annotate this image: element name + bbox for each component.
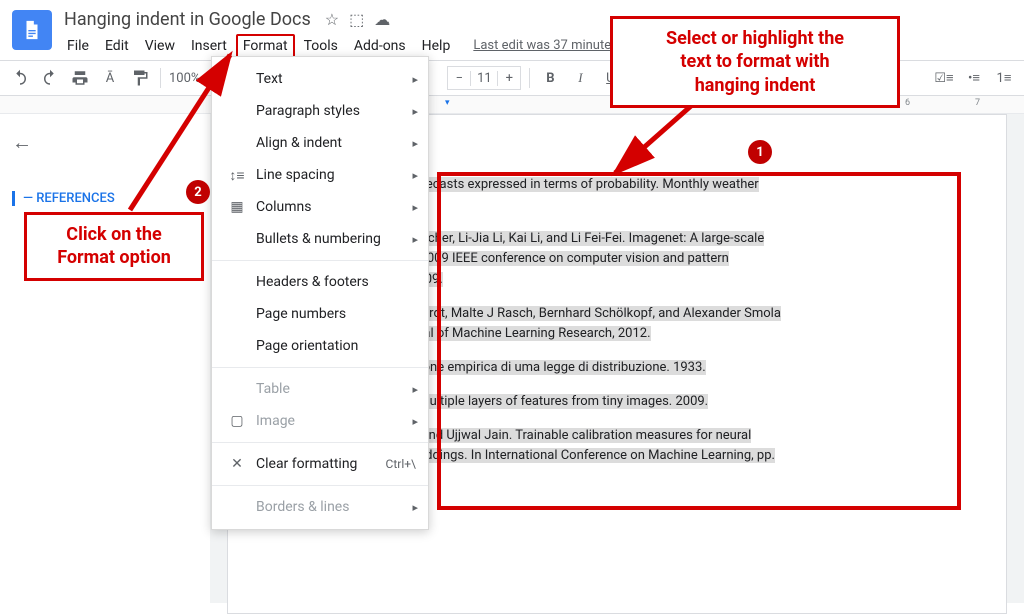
format-menu-page-numbers[interactable]: Page numbers	[212, 298, 428, 330]
menu-item-label: Line spacing	[256, 167, 335, 183]
menu-help[interactable]: Help	[415, 34, 458, 58]
format-menu-clear-formatting[interactable]: ✕ Clear formatting Ctrl+\	[212, 448, 428, 480]
checklist-icon[interactable]: ☑≡	[932, 66, 956, 90]
menu-separator	[212, 442, 428, 443]
font-size-decrease[interactable]: −	[448, 71, 470, 86]
bulleted-list-icon[interactable]: •≡	[962, 66, 986, 90]
cloud-icon[interactable]: ☁	[374, 10, 390, 29]
menu-separator	[212, 367, 428, 368]
menu-item-label: Align & indent	[256, 135, 342, 151]
format-menu-page-orientation[interactable]: Page orientation	[212, 330, 428, 362]
docs-logo[interactable]	[12, 10, 52, 50]
clear-formatting-icon: ✕	[226, 456, 248, 472]
format-menu-align-indent[interactable]: Align & indent	[212, 127, 428, 159]
format-menu-columns[interactable]: ▦ Columns	[212, 191, 428, 223]
menu-format[interactable]: Format	[236, 34, 295, 58]
redo-icon[interactable]	[38, 66, 62, 90]
format-menu-headers-footers[interactable]: Headers & footers	[212, 266, 428, 298]
undo-icon[interactable]	[8, 66, 32, 90]
menu-item-label: Bullets & numbering	[256, 231, 381, 247]
image-icon: ▢	[226, 413, 248, 429]
shortcut-label: Ctrl+\	[386, 457, 416, 471]
ruler-mark-7: 7	[975, 98, 980, 108]
print-icon[interactable]	[68, 66, 92, 90]
format-menu-borders-lines: Borders & lines	[212, 491, 428, 523]
paint-format-icon[interactable]	[128, 66, 152, 90]
menu-separator	[212, 260, 428, 261]
menu-item-label: Page numbers	[256, 306, 346, 322]
badge-1: 1	[748, 140, 772, 164]
menu-tools[interactable]: Tools	[297, 34, 345, 58]
badge-2: 2	[186, 180, 210, 204]
outline-pane: ← — REFERENCES	[0, 114, 210, 603]
menu-edit[interactable]: Edit	[98, 34, 136, 58]
menu-item-label: Text	[256, 71, 283, 87]
format-dropdown: Text Paragraph styles Align & indent ↕≡ Line…	[211, 56, 429, 530]
callout-select-text: Select or highlight thetext to format wi…	[610, 16, 900, 108]
menu-item-label: Columns	[256, 199, 311, 215]
format-menu-table: Table	[212, 373, 428, 405]
menu-item-label: Paragraph styles	[256, 103, 360, 119]
outline-back-icon[interactable]: ←	[12, 130, 198, 155]
numbered-list-icon[interactable]: 1≡	[992, 66, 1016, 90]
menu-item-label: Headers & footers	[256, 274, 369, 290]
columns-icon: ▦	[226, 199, 248, 215]
format-menu-text[interactable]: Text	[212, 63, 428, 95]
zoom-select[interactable]: 100%▼	[169, 71, 214, 86]
format-menu-line-spacing[interactable]: ↕≡ Line spacing	[212, 159, 428, 191]
menu-item-label: Image	[256, 413, 295, 429]
menu-item-label: Table	[256, 381, 290, 397]
ruler-indent-marker[interactable]: ▾	[445, 98, 450, 108]
menu-item-label: Page orientation	[256, 338, 358, 354]
menu-item-label: Borders & lines	[256, 499, 349, 515]
callout-click-format: Click on theFormat option	[24, 212, 204, 281]
font-size-increase[interactable]: +	[498, 71, 520, 86]
ruler-mark-6: 6	[905, 98, 910, 108]
star-icon[interactable]: ☆	[325, 10, 339, 29]
menu-insert[interactable]: Insert	[184, 34, 234, 58]
menu-file[interactable]: File	[60, 34, 96, 58]
font-size-value[interactable]: 11	[470, 71, 498, 86]
bold-button[interactable]: B	[538, 66, 562, 90]
format-menu-image: ▢ Image	[212, 405, 428, 437]
menu-separator	[212, 485, 428, 486]
outline-item-references[interactable]: — REFERENCES	[12, 191, 198, 206]
menu-addons[interactable]: Add-ons	[347, 34, 413, 58]
format-menu-bullets-numbering[interactable]: Bullets & numbering	[212, 223, 428, 255]
menu-view[interactable]: View	[138, 34, 182, 58]
italic-button[interactable]: I	[568, 66, 592, 90]
format-menu-paragraph-styles[interactable]: Paragraph styles	[212, 95, 428, 127]
font-size-control[interactable]: − 11 +	[447, 66, 521, 90]
line-spacing-icon: ↕≡	[226, 167, 248, 184]
doc-title[interactable]: Hanging indent in Google Docs	[60, 8, 315, 31]
spellcheck-icon[interactable]: Ā	[98, 66, 122, 90]
menu-item-label: Clear formatting	[256, 456, 357, 472]
move-icon[interactable]: ⬚	[349, 10, 364, 29]
